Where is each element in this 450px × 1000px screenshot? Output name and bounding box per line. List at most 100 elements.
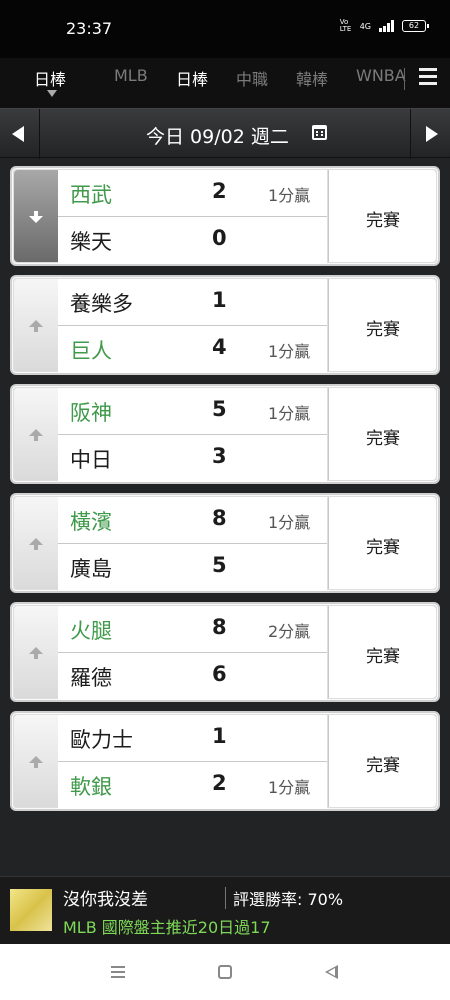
game-card[interactable]: 養樂多 1 巨人 4 1分贏 完賽: [10, 275, 440, 375]
game-card[interactable]: 火腿 8 2分贏羅德 6 完賽: [10, 602, 440, 702]
expand-toggle[interactable]: [14, 388, 58, 480]
chevron-down-icon: [47, 90, 57, 97]
game-status: 完賽: [366, 538, 400, 558]
team-row-bottom: 樂天 0: [58, 217, 327, 264]
arrow-down-icon: [29, 211, 43, 223]
ad-banner[interactable]: 沒你我沒差 評選勝率: 70% MLB 國際盤主推近20日過17: [0, 876, 450, 944]
team-row-bottom: 軟銀 2 1分贏: [58, 762, 327, 809]
game-card[interactable]: 阪神 5 1分贏中日 3 完賽: [10, 384, 440, 484]
game-status-cell: 完賽: [328, 279, 436, 371]
status-icons: Vo LTE 4G 62: [340, 19, 429, 33]
team-name: 西武: [70, 183, 112, 207]
menu-icon[interactable]: [419, 68, 437, 86]
expand-toggle[interactable]: [14, 170, 58, 262]
home-icon[interactable]: [218, 965, 232, 979]
system-nav-bar: [0, 944, 450, 1000]
team-name: 火腿: [70, 619, 112, 643]
prev-date-button[interactable]: [0, 109, 40, 159]
team-score: 1: [212, 724, 227, 748]
game-status-cell: 完賽: [328, 715, 436, 807]
game-card[interactable]: 西武 2 1分贏樂天 0 完賽: [10, 166, 440, 266]
team-score: 5: [212, 397, 227, 421]
ad-win-rate: 評選勝率: 70%: [233, 890, 344, 909]
tab-japan-baseball[interactable]: 日棒: [176, 66, 208, 90]
arrow-up-icon: [29, 647, 43, 659]
status-bar: 23:37 Vo LTE 4G 62: [0, 0, 450, 58]
recents-icon[interactable]: [111, 966, 125, 981]
win-margin: 1分贏: [268, 342, 311, 361]
calendar-icon[interactable]: [312, 125, 327, 140]
game-status: 完賽: [366, 211, 400, 231]
expand-toggle[interactable]: [14, 606, 58, 698]
tab-kbo[interactable]: 韓棒: [296, 66, 328, 90]
tab-wnba[interactable]: WNBA: [356, 66, 406, 85]
tab-cpbl[interactable]: 中職: [236, 66, 268, 90]
current-date[interactable]: 今日 09/02 週二: [146, 122, 289, 149]
team-score: 4: [212, 335, 227, 359]
game-status-cell: 完賽: [328, 497, 436, 589]
team-row-bottom: 巨人 4 1分贏: [58, 326, 327, 373]
team-row-top: 橫濱 8 1分贏: [58, 497, 327, 544]
win-margin: 2分贏: [268, 622, 311, 641]
arrow-up-icon: [29, 756, 43, 768]
team-score: 1: [212, 288, 227, 312]
arrow-right-icon: [426, 126, 438, 142]
expand-toggle[interactable]: [14, 715, 58, 807]
arrow-up-icon: [29, 538, 43, 550]
arrow-up-icon: [29, 320, 43, 332]
league-tabs: 日棒 MLB 日棒 中職 韓棒 WNBA: [0, 58, 450, 108]
win-margin: 1分贏: [268, 778, 311, 797]
team-name: 中日: [70, 448, 112, 472]
team-name: 廣島: [70, 557, 112, 581]
team-name: 歐力士: [70, 728, 133, 752]
team-score: 2: [212, 179, 227, 203]
game-status: 完賽: [366, 647, 400, 667]
ad-subtitle: MLB 國際盤主推近20日過17: [63, 918, 271, 937]
win-margin: 1分贏: [268, 404, 311, 423]
team-row-top: 阪神 5 1分贏: [58, 388, 327, 435]
game-status-cell: 完賽: [328, 388, 436, 480]
team-score: 0: [212, 226, 227, 250]
game-status: 完賽: [366, 320, 400, 340]
expand-toggle[interactable]: [14, 497, 58, 589]
network-type: 4G: [359, 21, 371, 31]
status-time: 23:37: [66, 19, 113, 38]
team-name: 橫濱: [70, 510, 112, 534]
ad-thumbnail: [10, 889, 52, 931]
team-row-top: 歐力士 1: [58, 715, 327, 762]
tab-mlb[interactable]: MLB: [114, 66, 148, 85]
date-bar: 今日 09/02 週二: [0, 108, 450, 159]
team-name: 軟銀: [70, 775, 112, 799]
arrow-up-icon: [29, 429, 43, 441]
team-score: 8: [212, 506, 227, 530]
game-status-cell: 完賽: [328, 606, 436, 698]
team-row-top: 火腿 8 2分贏: [58, 606, 327, 653]
battery-level: 62: [408, 21, 420, 30]
game-status: 完賽: [366, 756, 400, 776]
team-name: 阪神: [70, 401, 112, 425]
team-score: 6: [212, 662, 227, 686]
signal-icon: [379, 20, 394, 32]
team-row-top: 西武 2 1分贏: [58, 170, 327, 217]
game-card[interactable]: 橫濱 8 1分贏 廣島 5 完賽: [10, 493, 440, 593]
team-score: 3: [212, 444, 227, 468]
team-name: 羅德: [70, 666, 112, 690]
team-name: 養樂多: [70, 292, 133, 316]
team-score: 2: [212, 771, 227, 795]
team-row-top: 養樂多 1: [58, 279, 327, 326]
team-row-bottom: 羅德 6: [58, 653, 327, 700]
ad-divider: [225, 887, 226, 909]
win-margin: 1分贏: [268, 186, 311, 205]
tab-japan-baseball-selected[interactable]: 日棒: [34, 66, 66, 90]
next-date-button[interactable]: [410, 109, 450, 159]
battery-icon: 62: [402, 20, 429, 32]
expand-toggle[interactable]: [14, 279, 58, 371]
game-card[interactable]: 歐力士 1 軟銀 2 1分贏 完賽: [10, 711, 440, 811]
team-score: 8: [212, 615, 227, 639]
tab-divider: [404, 68, 405, 90]
team-name: 樂天: [70, 230, 112, 254]
win-margin: 1分贏: [268, 513, 311, 532]
team-row-bottom: 中日 3: [58, 435, 327, 482]
back-icon[interactable]: [325, 965, 338, 979]
team-name: 巨人: [70, 339, 112, 363]
